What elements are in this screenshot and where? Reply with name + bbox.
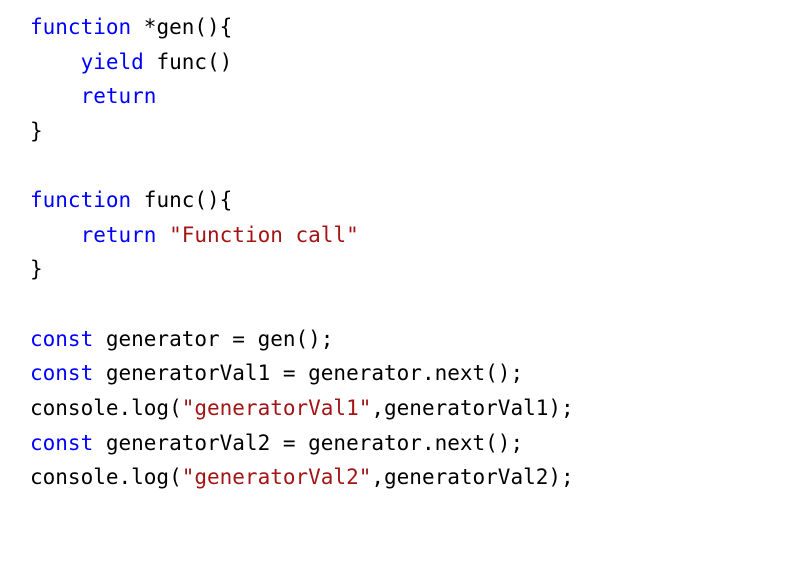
code-token: function xyxy=(30,15,131,39)
code-block: function *gen(){ yield func() return } f… xyxy=(30,10,764,495)
code-token: const xyxy=(30,361,93,385)
code-token: function xyxy=(30,188,131,212)
code-token: return xyxy=(81,223,157,247)
code-token: generatorVal2 = generator.next(); xyxy=(93,431,523,455)
code-token xyxy=(156,223,169,247)
code-token: yield xyxy=(81,50,144,74)
code-content: function *gen(){ yield func() return } f… xyxy=(30,15,574,489)
code-token: ,generatorVal1); xyxy=(371,396,573,420)
code-token: "generatorVal2" xyxy=(182,465,372,489)
code-token xyxy=(30,50,81,74)
code-token xyxy=(30,223,81,247)
code-token: console.log( xyxy=(30,396,182,420)
code-token: generatorVal1 = generator.next(); xyxy=(93,361,523,385)
code-token: generator = gen(); xyxy=(93,327,333,351)
code-token: } xyxy=(30,257,43,281)
code-token: "generatorVal1" xyxy=(182,396,372,420)
code-token xyxy=(30,84,81,108)
code-token: ,generatorVal2); xyxy=(371,465,573,489)
code-token: *gen(){ xyxy=(131,15,232,39)
code-token: return xyxy=(81,84,157,108)
code-token: } xyxy=(30,119,43,143)
code-token: console.log( xyxy=(30,465,182,489)
code-token: func(){ xyxy=(131,188,232,212)
code-token: const xyxy=(30,431,93,455)
code-token: "Function call" xyxy=(169,223,359,247)
code-token: func() xyxy=(144,50,233,74)
code-token: const xyxy=(30,327,93,351)
